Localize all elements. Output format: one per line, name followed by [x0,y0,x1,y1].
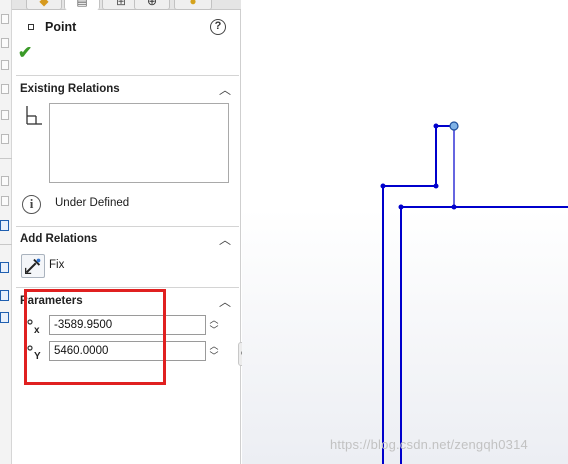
group-divider [16,75,239,76]
help-button[interactable]: ? [210,19,226,35]
strip-divider [0,244,12,245]
tree-item-icon[interactable] [1,60,9,70]
sketch-line[interactable] [382,126,437,464]
watermark-text: https://blog.csdn.net/zengqh0314 [330,437,528,452]
collapse-add-relations-icon[interactable]: ︿ [219,234,231,246]
property-manager-header: Point ? [12,16,241,40]
group-divider [16,226,239,227]
y-spin-buttons[interactable]: ︿ ﹀ [208,341,220,361]
tree-item-icon[interactable] [0,290,9,301]
feature-tree-strip [0,0,12,464]
tree-item-icon[interactable] [1,84,9,94]
tree-item-icon[interactable] [1,110,9,120]
sketch-line[interactable] [400,206,568,464]
page-title: Point [45,20,77,34]
existing-relations-header[interactable]: Existing Relations [20,83,120,95]
collapse-existing-relations-icon[interactable]: ︿ [219,84,231,96]
feature-manager-icon: ◆ [39,0,49,8]
tab-property-manager[interactable]: ▤ [64,0,100,10]
tab-display-manager[interactable]: ● [174,0,212,10]
sketch-endpoint[interactable] [433,123,439,129]
display-manager-icon: ● [189,0,197,8]
sketch-endpoint[interactable] [380,183,386,189]
sketch-endpoint[interactable] [398,204,404,210]
tree-item-icon[interactable] [0,262,9,273]
tree-item-icon[interactable] [0,312,9,323]
spin-up-icon[interactable]: ︿ [208,341,220,351]
existing-relations-list[interactable] [49,103,229,183]
selected-point[interactable] [449,121,459,131]
sketch-canvas[interactable] [242,0,568,464]
collapse-parameters-icon[interactable]: ︿ [219,296,231,308]
tab-feature-manager[interactable]: ◆ [26,0,62,10]
property-manager-panel: ◆ ▤ ⊞ ⊕ ● Point ? ✔ Existing Relations ︿… [12,0,241,464]
tree-item-icon[interactable] [0,220,9,231]
manager-tab-bar: ◆ ▤ ⊞ ⊕ ● [12,0,241,10]
highlight-annotation [24,289,166,385]
spin-up-icon[interactable]: ︿ [208,315,220,325]
strip-divider [0,158,12,159]
dimxpert-manager-icon: ⊕ [146,0,158,8]
graphics-viewport[interactable]: https://blog.csdn.net/zengqh0314 [242,0,568,464]
tree-item-icon[interactable] [1,134,9,144]
x-spin-buttons[interactable]: ︿ ﹀ [208,315,220,335]
tree-item-icon[interactable] [1,176,9,186]
tree-item-icon[interactable] [1,14,9,24]
tree-item-icon[interactable] [1,196,9,206]
fix-label: Fix [49,259,65,271]
tree-item-icon[interactable] [1,38,9,48]
configuration-manager-icon: ⊞ [115,0,127,8]
tab-dimxpert-manager[interactable]: ⊕ [134,0,170,10]
property-manager-icon: ▤ [76,0,88,8]
ok-button[interactable]: ✔ [18,44,36,62]
spin-down-icon[interactable]: ﹀ [208,351,220,361]
fix-relation-button[interactable] [21,254,45,278]
sketch-endpoint[interactable] [433,183,439,189]
info-icon: i [22,195,41,214]
add-relations-header[interactable]: Add Relations [20,233,97,245]
group-divider [16,287,239,288]
status-text: Under Defined [55,197,130,209]
spin-down-icon[interactable]: ﹀ [208,325,220,335]
sketch-endpoint[interactable] [451,204,457,210]
relation-icon [26,106,42,125]
point-icon [28,24,34,30]
